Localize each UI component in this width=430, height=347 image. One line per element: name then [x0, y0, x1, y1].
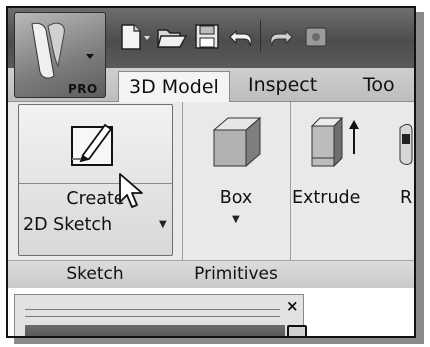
primitives-panel: Box ▼ Primitives — [182, 102, 291, 288]
create-sketch-icon — [71, 123, 113, 166]
close-icon[interactable]: × — [286, 297, 299, 315]
save-icon[interactable] — [192, 22, 226, 52]
tab-inspect[interactable]: Inspect — [248, 70, 317, 100]
mouse-pointer-icon — [119, 173, 143, 208]
box-label: Box — [219, 188, 253, 208]
pin-icon[interactable] — [287, 325, 307, 336]
panel-grip[interactable] — [25, 309, 280, 317]
split-button-divider — [19, 183, 172, 184]
ribbon: Create 2D Sketch ▼ Sketch Box ▼ Primitiv… — [8, 102, 414, 288]
tab-tools[interactable]: Too — [363, 70, 395, 100]
box-icon — [212, 116, 262, 168]
sketch-panel-title: Sketch — [8, 260, 182, 288]
create-2d-sketch-button[interactable]: Create 2D Sketch ▼ — [18, 104, 173, 256]
revolve-label[interactable]: R — [400, 188, 412, 208]
dropdown-caret-icon[interactable]: ▼ — [159, 219, 167, 230]
create-panel: Extrude R — [290, 102, 414, 288]
extrude-icon — [310, 116, 359, 168]
model-browser-panel: × — [14, 294, 307, 336]
create-panel-title — [290, 260, 414, 288]
redo-icon[interactable] — [264, 22, 298, 52]
revolve-icon[interactable] — [396, 120, 414, 170]
application-window: PRO 3D Model Inspect Too Create 2D Sketc… — [6, 6, 416, 338]
2d-sketch-label: 2D Sketch — [23, 215, 113, 235]
extrude-button[interactable]: Extrude — [292, 106, 376, 226]
sketch-panel: Create 2D Sketch ▼ Sketch — [8, 102, 183, 288]
browser-title-bar — [25, 325, 285, 336]
primitives-panel-title: Primitives — [182, 260, 290, 288]
box-dropdown-caret-icon[interactable]: ▼ — [232, 214, 240, 225]
application-menu-button[interactable]: PRO — [14, 12, 114, 98]
pro-badge: PRO — [68, 82, 98, 96]
undo-icon[interactable] — [226, 22, 260, 52]
tab-3d-model[interactable]: 3D Model — [118, 71, 230, 103]
toolbar-separator — [260, 20, 261, 52]
open-folder-icon[interactable] — [156, 22, 190, 52]
new-document-icon[interactable] — [118, 22, 152, 52]
app-options-icon[interactable] — [302, 22, 336, 52]
inventor-logo-icon — [31, 22, 94, 79]
create-label: Create — [66, 189, 125, 209]
box-button[interactable]: Box ▼ — [190, 106, 282, 226]
extrude-label: Extrude — [292, 188, 361, 208]
model-browser-area: × — [8, 288, 414, 336]
